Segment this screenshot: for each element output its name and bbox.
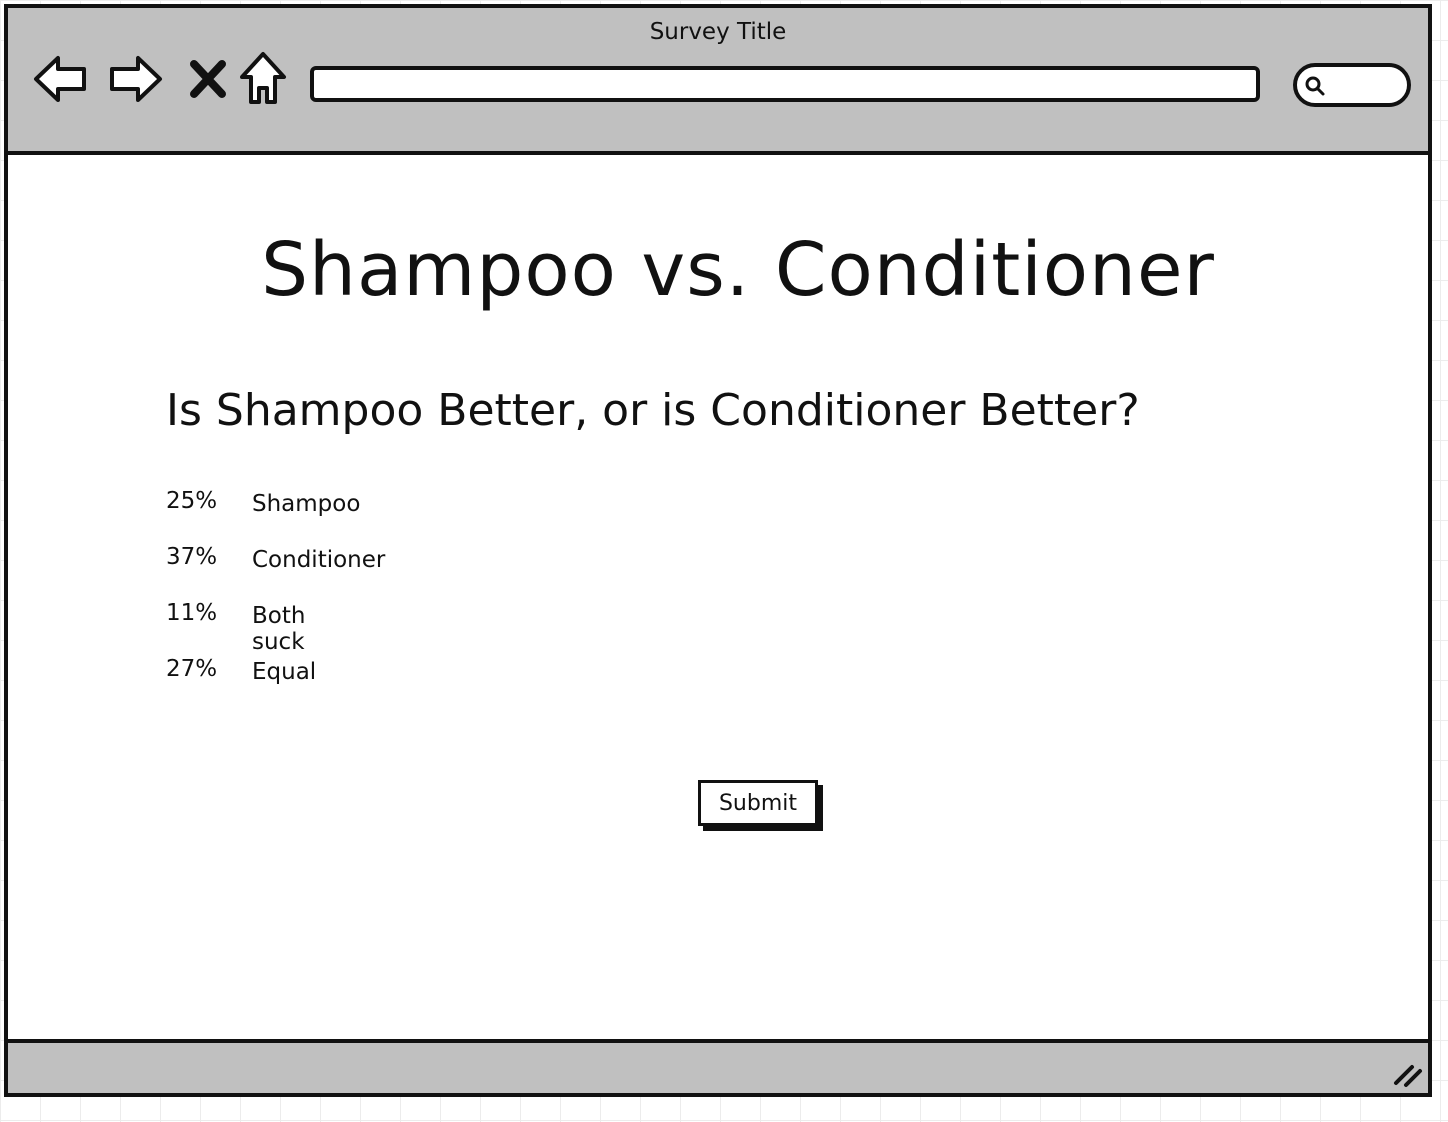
back-button[interactable] (32, 50, 90, 108)
result-label: Equal (252, 659, 317, 685)
home-icon (240, 52, 286, 104)
resize-grip-icon[interactable] (1390, 1061, 1424, 1089)
stop-button[interactable] (180, 50, 238, 108)
page-content: Shampoo vs. Conditioner Is Shampoo Bette… (8, 155, 1428, 1039)
page-title: Shampoo vs. Conditioner (261, 227, 1215, 313)
window-title: Survey Title (649, 19, 787, 45)
result-percent: 25% (166, 488, 218, 514)
home-button[interactable] (234, 50, 292, 108)
result-label: Both suck (252, 603, 306, 655)
result-label: Shampoo (252, 491, 361, 517)
browser-window: Survey Title Shampoo vs. Conditioner Is … (4, 4, 1432, 1097)
canvas-background: Survey Title Shampoo vs. Conditioner Is … (0, 0, 1448, 1122)
search-icon (1303, 74, 1327, 98)
result-percent: 27% (166, 656, 218, 682)
result-percent: 37% (166, 544, 218, 570)
browser-titlebar: Survey Title (8, 8, 1428, 155)
forward-button[interactable] (106, 50, 164, 108)
survey-question: Is Shampoo Better, or is Conditioner Bet… (166, 385, 1140, 436)
result-percent: 11% (166, 600, 218, 626)
search-field[interactable] (1293, 63, 1411, 107)
address-bar-input[interactable] (310, 66, 1260, 102)
status-bar (8, 1039, 1428, 1093)
close-x-icon (190, 60, 226, 98)
result-label: Conditioner (252, 547, 386, 573)
back-arrow-icon (34, 56, 86, 102)
submit-button[interactable]: Submit (698, 780, 818, 826)
forward-arrow-icon (110, 56, 162, 102)
